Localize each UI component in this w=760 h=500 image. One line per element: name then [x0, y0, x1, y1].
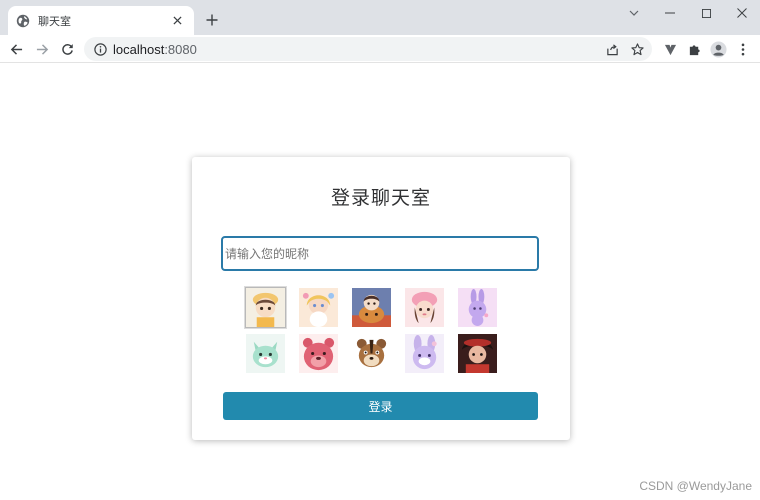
- nickname-input[interactable]: [221, 236, 539, 271]
- login-button[interactable]: 登录: [223, 392, 538, 420]
- avatar-option-5[interactable]: [457, 287, 498, 328]
- plus-icon: [206, 11, 218, 30]
- new-tab-button[interactable]: [202, 10, 222, 30]
- url-port: :8080: [164, 41, 197, 57]
- browser-tab[interactable]: 聊天室: [8, 6, 194, 35]
- login-card: 登录聊天室 请输入您的昵称 登录: [192, 157, 570, 440]
- browser-toolbar: localhost:8080: [0, 35, 760, 63]
- maximize-icon[interactable]: [696, 5, 716, 21]
- minimize-icon[interactable]: [660, 5, 680, 21]
- avatar-option-7[interactable]: [298, 333, 339, 374]
- profile-icon[interactable]: [708, 39, 728, 59]
- watermark: CSDN @WendyJane: [639, 479, 752, 493]
- avatar-option-1[interactable]: [245, 287, 286, 328]
- window-close-icon[interactable]: [732, 5, 752, 21]
- back-arrow-icon[interactable]: [6, 39, 26, 59]
- tab-strip: 聊天室: [0, 0, 760, 35]
- chevron-down-icon[interactable]: [624, 5, 644, 21]
- avatar-option-10[interactable]: [457, 333, 498, 374]
- share-icon[interactable]: [604, 41, 620, 57]
- info-icon[interactable]: [94, 42, 107, 56]
- avatar-option-3[interactable]: [351, 287, 392, 328]
- address-bar[interactable]: localhost:8080: [84, 37, 652, 61]
- puzzle-icon[interactable]: [684, 39, 704, 59]
- page-title: 登录聊天室: [330, 187, 431, 209]
- tab-title: 聊天室: [38, 14, 71, 28]
- avatar-option-9[interactable]: [404, 333, 445, 374]
- url-host: localhost: [113, 41, 165, 57]
- star-icon[interactable]: [629, 41, 645, 57]
- kebab-menu-icon[interactable]: [733, 39, 753, 59]
- avatar-option-2[interactable]: [298, 287, 339, 328]
- close-icon[interactable]: [170, 14, 184, 28]
- avatar-option-8[interactable]: [351, 333, 392, 374]
- reload-icon[interactable]: [57, 39, 77, 59]
- avatar-option-4[interactable]: [404, 287, 445, 328]
- forward-arrow-icon[interactable]: [32, 39, 52, 59]
- avatar-option-6[interactable]: [245, 333, 286, 374]
- globe-icon: [16, 14, 30, 28]
- vuetify-extension-icon[interactable]: [660, 39, 680, 59]
